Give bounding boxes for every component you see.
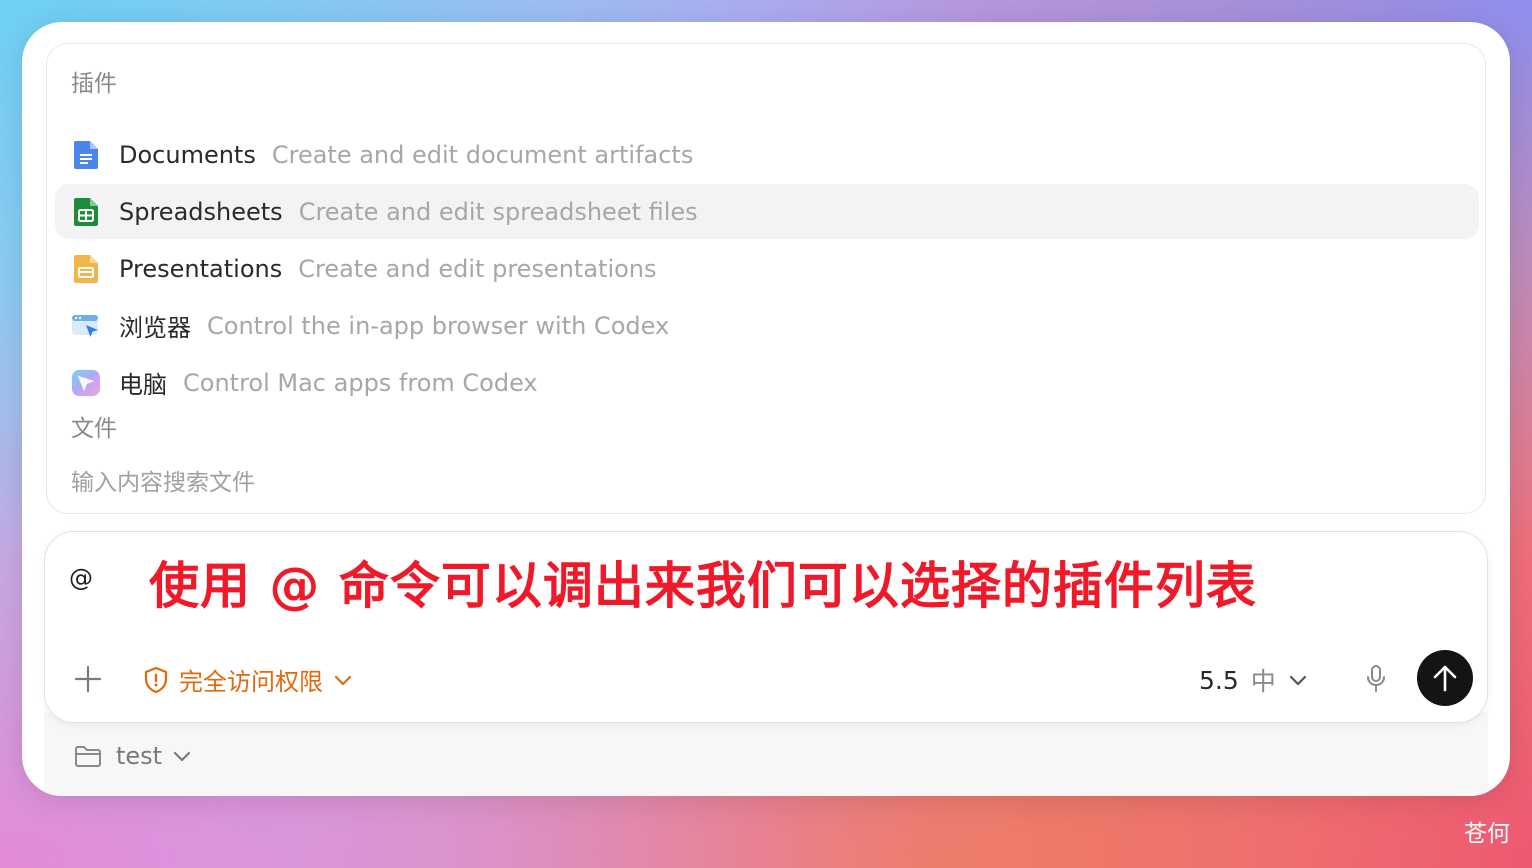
watermark: 苍何	[1464, 821, 1510, 847]
spreadsheet-icon	[71, 197, 101, 227]
composer[interactable]: @ 使用 @ 命令可以调出来我们可以选择的插件列表 完全访问权限 5.5 中	[44, 531, 1488, 723]
plugin-description: Create and edit presentations	[298, 254, 657, 283]
plugin-name: Presentations	[119, 254, 283, 283]
computer-icon	[71, 368, 101, 398]
browser-icon	[71, 311, 101, 341]
annotation-overlay: 使用 @ 命令可以调出来我们可以选择的插件列表	[149, 557, 1257, 615]
plugin-description: Create and edit spreadsheet files	[298, 197, 698, 226]
access-label: 完全访问权限	[179, 668, 323, 696]
plugin-item-presentations[interactable]: Presentations Create and edit presentati…	[55, 241, 1479, 296]
send-button[interactable]	[1417, 650, 1473, 706]
project-selector[interactable]: test	[74, 742, 192, 770]
plugin-item-spreadsheets[interactable]: Spreadsheets Create and edit spreadsheet…	[55, 184, 1479, 239]
reasoning-level: 中	[1250, 667, 1276, 696]
presentation-icon	[71, 254, 101, 284]
plus-icon	[74, 665, 102, 693]
model-selector[interactable]: 5.5 中	[1199, 662, 1308, 698]
voice-input-button[interactable]	[1361, 662, 1391, 696]
app-window: 插件 Documents Create and edit document ar…	[22, 22, 1510, 796]
arrow-up-icon	[1433, 665, 1457, 692]
plugin-item-browser[interactable]: 浏览器 Control the in-app browser with Code…	[55, 298, 1479, 353]
chevron-down-icon	[334, 675, 352, 685]
project-name: test	[116, 742, 163, 770]
microphone-icon	[1367, 665, 1385, 692]
chevron-down-icon	[173, 751, 191, 762]
plugins-section-label: 插件	[71, 71, 117, 97]
plugin-description: Control Mac apps from Codex	[183, 368, 538, 397]
plugin-name: Spreadsheets	[119, 197, 283, 226]
file-search-hint: 输入内容搜索文件	[71, 470, 255, 496]
footer-bar: test	[44, 712, 1488, 796]
shield-alert-icon	[144, 666, 168, 693]
plugin-name: 电脑	[119, 371, 167, 399]
document-icon	[71, 140, 101, 170]
composer-input[interactable]: @	[69, 564, 93, 592]
model-version: 5.5	[1199, 665, 1239, 695]
chevron-down-icon	[1289, 675, 1306, 686]
add-attachment-button[interactable]	[73, 664, 103, 694]
plugin-item-computer[interactable]: 电脑 Control Mac apps from Codex	[55, 355, 1479, 410]
access-permission-dropdown[interactable]: 完全访问权限	[143, 662, 353, 697]
plugin-item-documents[interactable]: Documents Create and edit document artif…	[55, 127, 1479, 182]
mention-popup: 插件 Documents Create and edit document ar…	[46, 43, 1486, 514]
plugin-name: Documents	[119, 140, 256, 169]
files-section-label: 文件	[71, 416, 117, 442]
plugin-description: Create and edit document artifacts	[271, 140, 694, 169]
plugin-description: Control the in-app browser with Codex	[207, 311, 670, 340]
folder-icon	[75, 746, 101, 767]
plugin-name: 浏览器	[119, 314, 191, 342]
